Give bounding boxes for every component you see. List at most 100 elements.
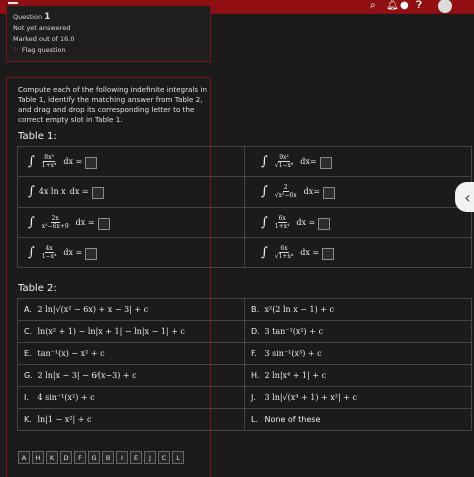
dx-label: dx=	[303, 187, 320, 197]
chat-icon[interactable]: ●	[400, 0, 409, 12]
answer-letter: C.	[17, 320, 32, 343]
drag-item-b[interactable]: B	[102, 451, 114, 464]
table1-row: ∫ 8x³1+x⁴ dx = ∫ 9x²1−x⁶ dx=	[17, 145, 472, 178]
dx-label: dx =	[75, 217, 95, 227]
answer-drop-slot[interactable]	[85, 247, 98, 260]
fraction-numerator: 2x	[50, 214, 60, 223]
integral-expression: ∫ 6x1+x⁴ dx =	[261, 245, 319, 260]
table2-title: Table 2:	[18, 283, 57, 294]
user-avatar[interactable]	[438, 0, 452, 13]
dx-label: dx =	[296, 217, 316, 227]
table1-cell: ∫ 6x1+x⁴ dx =	[244, 206, 472, 238]
integrand-fraction: 9x²1−x⁶	[274, 154, 294, 169]
answer-drop-slot[interactable]	[97, 217, 110, 230]
search-icon[interactable]: ⌕	[370, 0, 376, 12]
answer-letter: A.	[17, 298, 32, 321]
dx-label: dx =	[300, 247, 320, 257]
table1-cell: ∫ 2x²−6x dx=	[244, 176, 472, 208]
integrand-fraction: 2x x²−6x+9	[41, 215, 70, 230]
answer-drop-slot[interactable]	[322, 187, 335, 200]
integral-expression: ∫ 6x1+x⁴ dx =	[261, 215, 315, 230]
table1-cell: ∫ 2x x²−6x+9 dx =	[17, 206, 245, 238]
fraction-numerator: 9x²	[278, 154, 290, 163]
notification-icon[interactable]: 🔔︎	[386, 0, 399, 12]
answer-expression: 3 sin⁻¹(x³) + c	[258, 342, 472, 365]
table1: ∫8x³1+x⁴dx =∫9x²1−x⁶dx=∫4x ln xdx =∫2x²−…	[17, 145, 472, 269]
integral-expression: ∫ 2x²−6x dx=	[261, 184, 320, 199]
drag-item-e[interactable]: E	[130, 451, 142, 464]
table2: A. 2 ln|√(x² − 6x) + x − 3| + c B. x²(2 ln …	[17, 298, 472, 431]
drag-item-a[interactable]: A	[18, 451, 30, 464]
dx-label: dx =	[69, 187, 89, 197]
question-info-panel: Question 1 Not yet answered Marked out o…	[6, 6, 211, 62]
question-number: 1	[44, 12, 51, 22]
answer-drop-slot[interactable]	[322, 247, 335, 260]
dx-label: dx =	[63, 157, 83, 167]
drag-item-d[interactable]: D	[60, 451, 72, 464]
answer-drop-slot[interactable]	[318, 217, 331, 230]
integral-sign: ∫	[28, 214, 35, 230]
integral-sign: ∫	[261, 184, 268, 200]
answer-expression: 2 ln|x⁴ + 1| + c	[258, 364, 472, 387]
table1-cell: ∫ 4x 1−x⁴ dx =	[17, 236, 245, 269]
answer-expression: ln|1 − x²| + c	[31, 408, 245, 431]
integral-expression: ∫ 9x²1−x⁶ dx=	[261, 154, 317, 169]
integral-expression: ∫ 4x 1−x⁴ dx =	[28, 245, 82, 260]
answer-expression: tan⁻¹(x) − x² + c	[31, 342, 245, 365]
fraction-denominator: 1+x⁴	[274, 222, 290, 230]
answer-expression: None of these	[258, 408, 472, 431]
table2-row: I. 4 sin⁻¹(x²) + c J. 3 ln|√(x⁴ + 1) + x²| …	[17, 386, 472, 409]
answer-drop-slot[interactable]	[319, 157, 332, 170]
table2-row: G. 2 ln|x − 3| − 6⁄(x−3) + c H. 2 ln|x⁴ + 1…	[17, 364, 472, 387]
fraction-numerator: 6x	[279, 244, 289, 253]
table1-row: ∫ 2x x²−6x+9 dx = ∫ 6x 1+x⁴ dx =	[17, 206, 472, 238]
drawer-toggle-button[interactable]: ‹	[455, 182, 474, 212]
drag-item-c[interactable]: C	[158, 451, 170, 464]
drag-item-h[interactable]: H	[32, 451, 44, 464]
integral-expression: ∫ 2x x²−6x+9 dx =	[28, 215, 95, 230]
fraction-denominator: 1−x⁶	[278, 162, 294, 170]
integral-sign: ∫	[261, 214, 268, 230]
fraction-numerator: 4x	[44, 244, 54, 253]
drag-items-row: AHKDFGBIEJCL	[18, 451, 184, 464]
integral-sign: ∫	[28, 244, 35, 260]
fraction-numerator: 8x³	[43, 154, 55, 163]
question-status: Not yet answered	[13, 24, 71, 32]
fraction-denominator: 1+x⁴	[278, 252, 294, 260]
flag-question-link[interactable]: ⚐ Flag question	[13, 45, 210, 56]
integrand-fraction: 6x1+x⁴	[274, 245, 294, 260]
table2-row: K. ln|1 − x²| + c L. None of these	[17, 408, 472, 431]
integral-expression: ∫ 8x³ 1+x⁴ dx =	[28, 154, 82, 169]
integrand-fraction: 2x²−6x	[274, 184, 298, 199]
dx-label: dx =	[63, 247, 83, 257]
drag-item-i[interactable]: I	[116, 451, 128, 464]
answer-expression: 3 ln|√(x⁴ + 1) + x²| + c	[258, 386, 472, 409]
table1-row: ∫ 4x1−x⁴ dx = ∫ 6x1+x⁴ dx =	[17, 236, 472, 269]
fraction-denominator: 1+x⁴	[41, 162, 57, 170]
integral-sign: ∫	[28, 184, 35, 200]
answer-drop-slot[interactable]	[91, 187, 104, 200]
drag-item-j[interactable]: J	[144, 451, 156, 464]
integral-expression: ∫ 4x ln x dx =	[28, 184, 89, 199]
answer-expression: ln(x² + 1) − ln|x + 1| − ln|x − 1| + c	[31, 320, 245, 343]
question-prompt: Compute each of the following indefinite…	[18, 85, 208, 124]
table1-title: Table 1:	[18, 131, 57, 142]
dx-label: dx=	[300, 157, 317, 167]
answer-expression: 4 sin⁻¹(x²) + c	[31, 386, 245, 409]
answer-letter: E.	[17, 342, 32, 365]
drag-item-l[interactable]: L	[172, 451, 184, 464]
fraction-denominator: 1−x⁴	[41, 252, 57, 260]
table1-cell: ∫ 9x²1−x⁶ dx=	[244, 145, 472, 178]
answer-letter: I.	[17, 386, 32, 409]
drag-item-f[interactable]: F	[74, 451, 86, 464]
drag-item-k[interactable]: K	[46, 451, 58, 464]
answer-letter: J.	[244, 386, 259, 409]
table1-cell: ∫ 6x1+x⁴ dx =	[244, 236, 472, 269]
fraction-numerator: 6x	[277, 214, 287, 223]
integral-sign: ∫	[261, 154, 268, 170]
drag-item-g[interactable]: G	[88, 451, 100, 464]
answer-letter: D.	[244, 320, 260, 343]
integrand-fraction: 8x³ 1+x⁴	[41, 154, 58, 169]
answer-drop-slot[interactable]	[85, 157, 98, 170]
help-icon[interactable]: ❓︎	[416, 0, 422, 12]
